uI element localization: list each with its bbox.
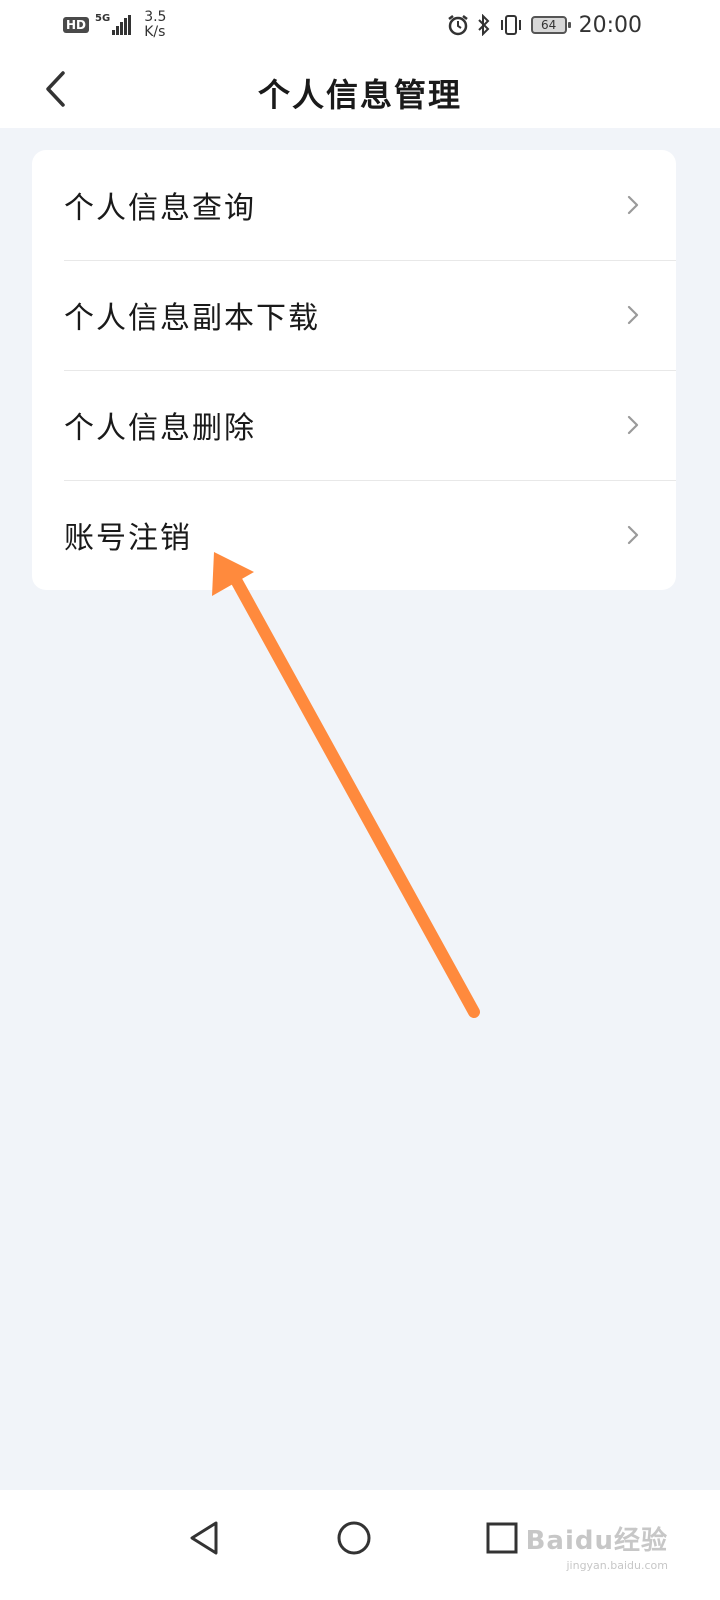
system-home-button[interactable] <box>324 1508 384 1568</box>
baidu-watermark: Baidu经验 jingyan.baidu.com <box>526 1520 668 1572</box>
chevron-right-icon <box>627 525 639 545</box>
vibrate-icon <box>499 14 523 36</box>
speed-unit: K/s <box>144 24 166 40</box>
alarm-icon <box>447 14 469 36</box>
nav-header: 个人信息管理 <box>0 50 720 128</box>
menu-item-account-cancellation[interactable]: 账号注销 <box>32 480 676 590</box>
system-recent-apps-button[interactable] <box>472 1508 532 1568</box>
battery-level: 64 <box>540 18 557 32</box>
menu-item-label: 个人信息副本下载 <box>64 301 320 336</box>
chevron-right-icon <box>627 195 639 215</box>
hd-badge: HD <box>63 17 90 33</box>
menu-item-personal-info-query[interactable]: 个人信息查询 <box>32 150 676 260</box>
menu-item-label: 账号注销 <box>64 521 192 556</box>
status-right: 64 20:00 <box>439 10 642 40</box>
bluetooth-icon <box>477 14 491 36</box>
battery-icon: 64 <box>530 16 571 34</box>
system-back-button[interactable] <box>174 1508 234 1568</box>
triangle-back-icon <box>190 1521 218 1555</box>
system-nav-bar: Baidu经验 jingyan.baidu.com <box>0 1490 720 1600</box>
square-recent-icon <box>486 1522 518 1554</box>
speed-value: 3.5 <box>144 9 167 25</box>
menu-item-personal-info-delete[interactable]: 个人信息删除 <box>32 370 676 480</box>
status-bar: HD 5G 3.5 K/s 64 20:00 <box>0 0 720 50</box>
menu-item-label: 个人信息删除 <box>64 411 256 446</box>
menu-item-personal-info-copy-download[interactable]: 个人信息副本下载 <box>32 260 676 370</box>
network-type: 5G <box>95 13 111 24</box>
chevron-right-icon <box>627 415 639 435</box>
clock: 20:00 <box>578 12 642 38</box>
page-title: 个人信息管理 <box>257 76 462 114</box>
menu-card: 个人信息查询 个人信息副本下载 个人信息删除 账号注销 <box>32 150 676 590</box>
signal-icon <box>112 15 132 35</box>
chevron-right-icon <box>627 305 639 325</box>
menu-item-label: 个人信息查询 <box>64 191 256 226</box>
circle-home-icon <box>337 1521 371 1555</box>
watermark-main: Baidu经验 <box>525 1526 668 1556</box>
status-left: HD 5G 3.5 K/s <box>63 10 166 40</box>
network-speed: 3.5 K/s <box>144 10 166 40</box>
watermark-sub: jingyan.baidu.com <box>566 1559 668 1572</box>
